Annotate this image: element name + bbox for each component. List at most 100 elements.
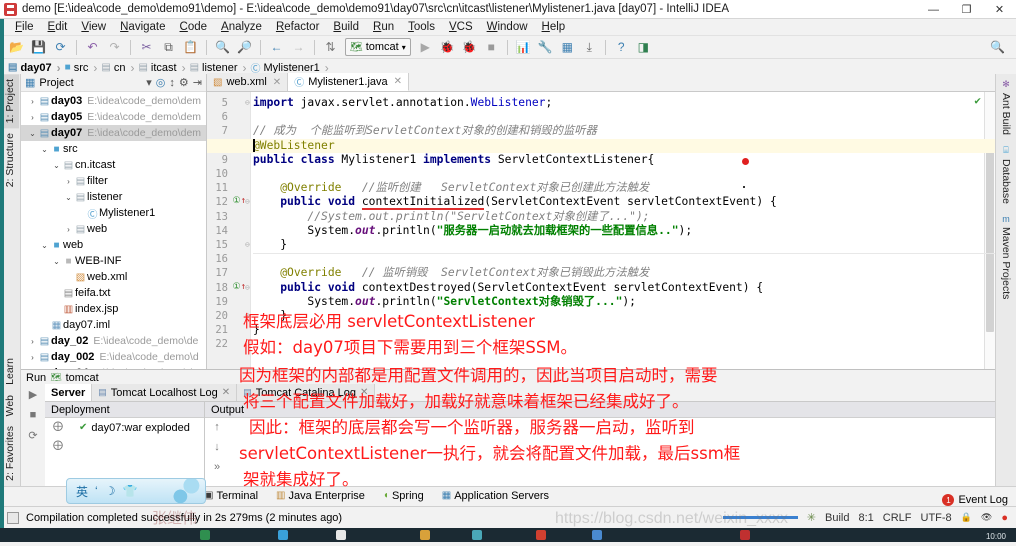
breadcrumb-item-day07[interactable]: ▤ day07 ›	[8, 61, 65, 75]
hide-panel-icon[interactable]: ⇥	[193, 76, 202, 89]
tree-arrow-icon[interactable]: ⌄	[51, 257, 62, 266]
help-icon[interactable]: ?	[611, 37, 632, 57]
code-line[interactable]: import javax.servlet.annotation.WebListe…	[253, 96, 995, 110]
run-icon[interactable]: ▶	[415, 37, 436, 57]
code-line[interactable]: }	[253, 323, 995, 337]
menu-item-refactor[interactable]: Refactor	[269, 20, 326, 34]
code-line[interactable]: System.out.println("服务器一启动就去加载框架的一些配置信息.…	[253, 224, 995, 238]
build-label[interactable]: Build	[825, 512, 849, 524]
taskbar-app-icon[interactable]	[200, 530, 210, 540]
compare-icon[interactable]: ⇅	[320, 37, 341, 57]
tree-arrow-icon[interactable]: ⌄	[63, 193, 74, 202]
tree-item-index-jsp[interactable]: ▥ index.jsp	[21, 301, 206, 317]
bottom-tab-spring[interactable]: ◖ Spring	[383, 490, 424, 502]
run-coverage-icon[interactable]: 🐞	[459, 37, 480, 57]
tree-item-mylistener1[interactable]: Ⓒ Mylistener1	[21, 205, 206, 221]
tree-arrow-icon[interactable]: ›	[27, 113, 38, 122]
taskbar-app-icon[interactable]	[278, 530, 288, 540]
menu-item-analyze[interactable]: Analyze	[214, 20, 269, 34]
output-tool-2[interactable]: ↓	[214, 441, 220, 453]
editor-tab-mylistener1-java[interactable]: Ⓒ Mylistener1.java ✕	[288, 73, 410, 91]
gear-icon[interactable]: ⚙	[179, 76, 189, 89]
code-line[interactable]: public void contextDestroyed(ServletCont…	[253, 281, 995, 295]
paste-icon[interactable]: 📋	[180, 37, 201, 57]
tree-arrow-icon[interactable]: ⌄	[39, 145, 50, 154]
back-icon[interactable]: ←	[266, 37, 287, 57]
menu-item-vcs[interactable]: VCS	[442, 20, 480, 34]
code-line[interactable]	[253, 337, 995, 351]
code-line[interactable]: @Override //监听创建 ServletContext对象已创建此方法触…	[253, 181, 995, 195]
tool-tab-database[interactable]: ⌸ Database	[997, 140, 1015, 209]
taskbar-app-icon[interactable]	[592, 530, 602, 540]
taskbar-app-icon[interactable]	[336, 530, 346, 540]
run-tab-server[interactable]: Server	[45, 384, 93, 401]
code-line[interactable]: // 成为 个能监听到ServletContext对象的创建和销毁的监听器	[253, 124, 995, 138]
close-icon[interactable]: ✕	[394, 76, 402, 87]
settings-icon[interactable]: 🔧	[535, 37, 556, 57]
output-tool-3[interactable]: »	[214, 461, 220, 473]
tree-item-day05[interactable]: › ▤ day05 E:\idea\code_demo\dem	[21, 109, 206, 125]
override-method-icon[interactable]: ①↑	[233, 282, 247, 292]
tree-item-filter[interactable]: › ▤ filter	[21, 173, 206, 189]
deployment-tool-1[interactable]: ⨁	[53, 421, 63, 432]
ime-mode-label[interactable]: 英	[76, 483, 88, 500]
ime-punctuation-icon[interactable]: ‘	[95, 484, 98, 498]
collapse-all-icon[interactable]: ↕	[169, 77, 175, 89]
run-configuration-selector[interactable]: 🗺 tomcat ▾	[345, 38, 411, 56]
restart-button[interactable]: ⟳	[28, 429, 37, 442]
tree-item-web-xml[interactable]: ▧ web.xml	[21, 269, 206, 285]
menu-item-edit[interactable]: Edit	[41, 20, 75, 34]
tree-arrow-icon[interactable]: ⌄	[39, 241, 50, 250]
caret-position[interactable]: 8:1	[858, 512, 873, 524]
code-line[interactable]: @Override // 监听销毁 ServletContext对象已销毁此方法…	[253, 266, 995, 280]
close-icon[interactable]: ✕	[360, 387, 368, 398]
windows-taskbar[interactable]: 10:00	[0, 528, 1016, 542]
save-all-icon[interactable]: 💾	[28, 37, 49, 57]
rerun-button[interactable]: ▶	[29, 388, 37, 401]
close-icon[interactable]: ✕	[222, 387, 230, 398]
code-line[interactable]	[253, 252, 995, 266]
menu-item-navigate[interactable]: Navigate	[113, 20, 172, 34]
menu-item-run[interactable]: Run	[366, 20, 401, 34]
code-fold-icon[interactable]: ⊖	[245, 98, 250, 107]
output-tool-1[interactable]: ↑	[214, 421, 220, 433]
tree-arrow-icon[interactable]: ⌄	[27, 129, 38, 138]
menu-item-code[interactable]: Code	[173, 20, 215, 34]
code-line[interactable]: public void contextInitialized(ServletCo…	[253, 195, 995, 211]
tree-item-web-inf[interactable]: ⌄ ■ WEB-INF	[21, 253, 206, 269]
tree-item-day-002[interactable]: › ▤ day_002 E:\idea\code_demo\d	[21, 349, 206, 365]
breadcrumb-item-cn[interactable]: ▤ cn ›	[101, 61, 138, 75]
menu-item-view[interactable]: View	[74, 20, 113, 34]
update-icon[interactable]: ⤓	[579, 37, 600, 57]
tool-tab-maven-projects[interactable]: m Maven Projects	[997, 209, 1015, 304]
locate-icon[interactable]: ◎	[156, 76, 166, 89]
close-button[interactable]: ✕	[983, 0, 1016, 19]
tree-item-day-02[interactable]: › ▤ day_02 E:\idea\code_demo\de	[21, 333, 206, 349]
tree-arrow-icon[interactable]: ›	[27, 353, 38, 362]
menu-item-file[interactable]: File	[8, 20, 41, 34]
debug-icon[interactable]: 🐞	[437, 37, 458, 57]
maximize-button[interactable]: ❐	[950, 0, 983, 19]
search-everywhere-icon[interactable]: 🔍	[987, 37, 1008, 57]
deployment-list[interactable]: ✔ day07:war exploded	[71, 418, 204, 486]
run-tab-tomcat-localhost-log[interactable]: ▤ Tomcat Localhost Log ✕	[92, 384, 238, 401]
menu-item-tools[interactable]: Tools	[401, 20, 442, 34]
tree-item-listener[interactable]: ⌄ ▤ listener	[21, 189, 206, 205]
stop-icon[interactable]: ■	[481, 37, 502, 57]
code-line[interactable]	[253, 110, 995, 124]
menu-item-window[interactable]: Window	[480, 20, 535, 34]
inspection-eye-icon[interactable]: 👁	[981, 512, 992, 523]
code-fold-icon[interactable]: ⊖	[245, 311, 250, 320]
breadcrumb-item-itcast[interactable]: ▤ itcast ›	[138, 61, 189, 75]
bottom-tab-java-enterprise[interactable]: ▥ Java Enterprise	[276, 490, 365, 502]
forward-icon[interactable]: →	[288, 37, 309, 57]
cut-icon[interactable]: ✂	[136, 37, 157, 57]
tree-item-web[interactable]: ⌄ ■ web	[21, 237, 206, 253]
tree-arrow-icon[interactable]: ›	[63, 177, 74, 186]
deployment-row[interactable]: ✔ day07:war exploded	[71, 420, 204, 435]
tree-item-day07-iml[interactable]: ▦ day07.iml	[21, 317, 206, 333]
code-fold-icon[interactable]: ⊖	[245, 240, 250, 249]
tree-item-feifa-txt[interactable]: ▤ feifa.txt	[21, 285, 206, 301]
notification-icon[interactable]: ●	[1001, 512, 1008, 524]
tree-item-cn-itcast[interactable]: ⌄ ▤ cn.itcast	[21, 157, 206, 173]
